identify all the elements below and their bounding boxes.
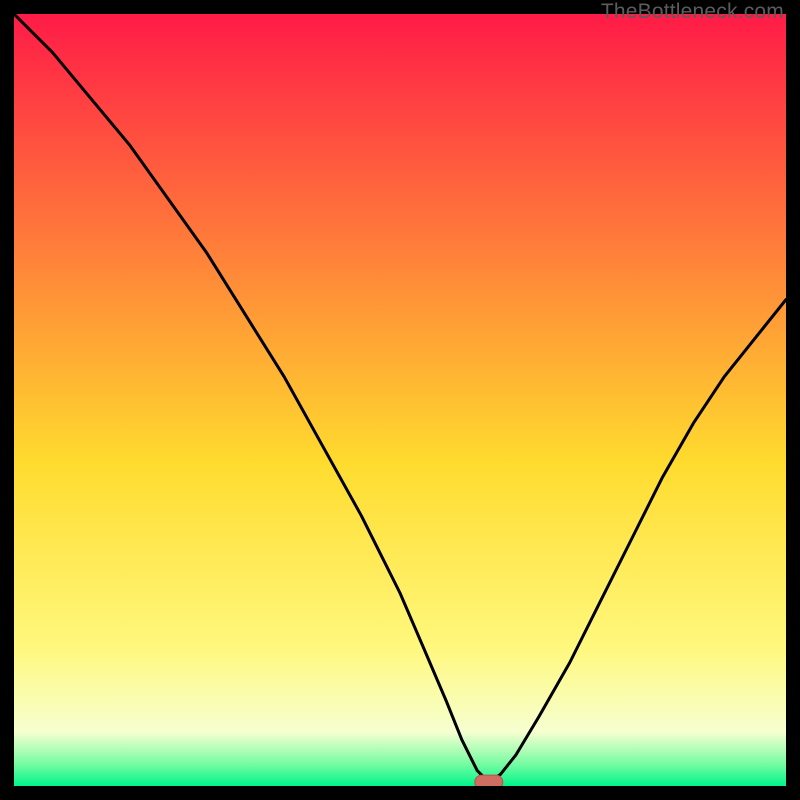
gradient-background xyxy=(14,14,786,786)
optimum-marker xyxy=(475,775,503,786)
watermark-text: TheBottleneck.com xyxy=(601,0,784,24)
bottleneck-chart xyxy=(14,14,786,786)
chart-frame xyxy=(14,14,786,786)
